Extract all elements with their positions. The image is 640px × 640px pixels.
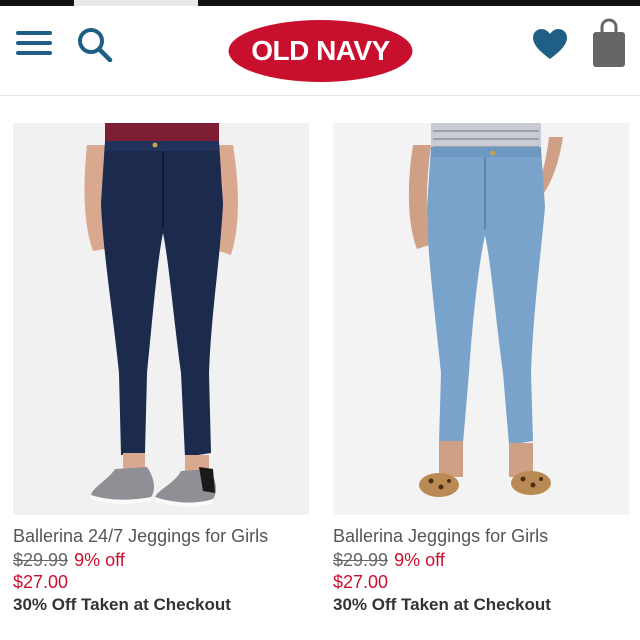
- product-image[interactable]: [333, 123, 629, 515]
- search-icon[interactable]: [76, 26, 114, 64]
- product-image[interactable]: [13, 123, 309, 515]
- shopping-bag-icon[interactable]: [592, 18, 626, 68]
- price-row: $29.99 9% off: [13, 550, 125, 571]
- heart-icon[interactable]: [532, 28, 568, 62]
- sale-price: $27.00: [13, 572, 69, 592]
- site-header: OLD NAVY: [0, 6, 640, 96]
- discount-label: 9% off: [74, 550, 125, 570]
- price-row: $29.99 9% off: [333, 550, 445, 571]
- product-name[interactable]: Ballerina Jeggings for Girls: [333, 526, 548, 547]
- product-card[interactable]: Ballerina 24/7 Jeggings for Girls $29.99…: [13, 123, 309, 640]
- product-grid: Ballerina 24/7 Jeggings for Girls $29.99…: [0, 97, 640, 640]
- promo-text: 30% Off Taken at Checkout: [333, 595, 551, 614]
- sale-price: $27.00: [333, 572, 389, 592]
- product-photo-dark-jeggings: [13, 123, 309, 515]
- brand-name: OLD NAVY: [251, 35, 390, 66]
- product-card[interactable]: Ballerina Jeggings for Girls $29.99 9% of…: [333, 123, 629, 640]
- product-name[interactable]: Ballerina 24/7 Jeggings for Girls: [13, 526, 268, 547]
- original-price: $29.99: [13, 550, 69, 570]
- product-photo-light-jeggings: [333, 123, 629, 515]
- brand-logo[interactable]: OLD NAVY: [227, 18, 414, 84]
- promo-text: 30% Off Taken at Checkout: [13, 595, 231, 614]
- discount-label: 9% off: [394, 550, 445, 570]
- original-price: $29.99: [333, 550, 389, 570]
- hamburger-menu-icon[interactable]: [16, 28, 52, 58]
